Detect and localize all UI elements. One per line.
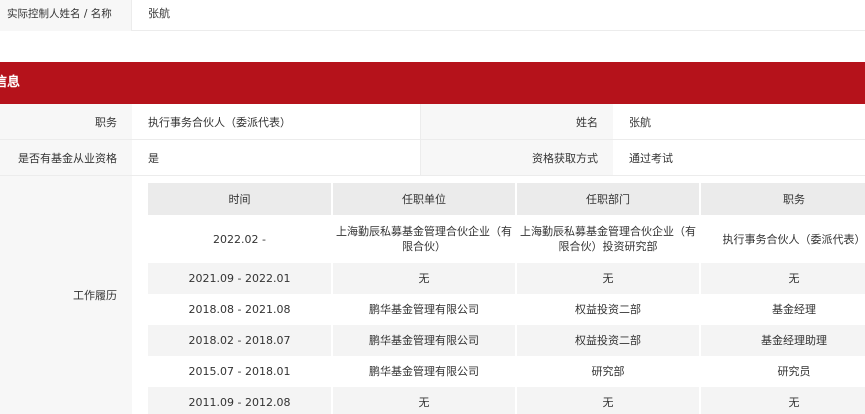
cell-title: 无 xyxy=(700,387,865,414)
cell-department: 无 xyxy=(516,387,701,414)
header-company: 任职单位 xyxy=(332,183,517,215)
table-row: 2015.07 - 2018.01 鹏华基金管理有限公司 研究部 研究员 xyxy=(148,356,865,387)
work-history-table: 时间 任职单位 任职部门 职务 2022.02 - 上海勤辰私募基金管理合伙企业… xyxy=(148,183,865,414)
table-row: 2021.09 - 2022.01 无 无 无 xyxy=(148,263,865,294)
table-row: 2018.02 - 2018.07 鹏华基金管理有限公司 权益投资二部 基金经理… xyxy=(148,325,865,356)
section-header: 信息 xyxy=(0,62,865,104)
cell-title: 无 xyxy=(700,263,865,294)
cell-department: 无 xyxy=(516,263,701,294)
cell-company: 鹏华基金管理有限公司 xyxy=(332,356,517,387)
cell-title: 基金经理 xyxy=(700,294,865,325)
header-time: 时间 xyxy=(148,183,333,215)
cell-department: 权益投资二部 xyxy=(516,294,701,325)
cell-time: 2018.02 - 2018.07 xyxy=(148,325,333,356)
controller-label: 实际控制人姓名 / 名称 xyxy=(0,0,132,31)
cell-department: 权益投资二部 xyxy=(516,325,701,356)
name-value: 张航 xyxy=(629,115,651,129)
qualification-value: 是 xyxy=(148,151,159,165)
cell-department: 研究部 xyxy=(516,356,701,387)
cell-department: 上海勤辰私募基金管理合伙企业（有限合伙）投资研究部 xyxy=(516,215,701,263)
table-row: 2011.09 - 2012.08 无 无 无 xyxy=(148,387,865,414)
cell-company: 无 xyxy=(332,387,517,414)
table-row: 2018.08 - 2021.08 鹏华基金管理有限公司 权益投资二部 基金经理 xyxy=(148,294,865,325)
cell-time: 2022.02 - xyxy=(148,215,333,263)
work-history-label: 工作履历 xyxy=(0,176,132,414)
info-row-qualification: 是否有基金从业资格 是 资格获取方式 通过考试 xyxy=(0,140,865,176)
qualification-method-label: 资格获取方式 xyxy=(421,140,613,175)
name-label: 姓名 xyxy=(421,104,613,139)
cell-time: 2021.09 - 2022.01 xyxy=(148,263,333,294)
qualification-method-value: 通过考试 xyxy=(629,151,673,165)
cell-company: 上海勤辰私募基金管理合伙企业（有限合伙） xyxy=(332,215,517,263)
cell-company: 鹏华基金管理有限公司 xyxy=(332,325,517,356)
info-row-position: 职务 执行事务合伙人（委派代表） 姓名 张航 xyxy=(0,104,865,140)
cell-company: 鹏华基金管理有限公司 xyxy=(332,294,517,325)
cell-title: 执行事务合伙人（委派代表） xyxy=(700,215,865,263)
header-department: 任职部门 xyxy=(516,183,701,215)
position-value: 执行事务合伙人（委派代表） xyxy=(148,115,291,129)
work-history-section: 工作履历 时间 任职单位 任职部门 职务 2022.02 - 上海勤辰私募基金管… xyxy=(0,176,865,414)
cell-company: 无 xyxy=(332,263,517,294)
header-title: 职务 xyxy=(700,183,865,215)
position-label: 职务 xyxy=(0,104,132,139)
qualification-label: 是否有基金从业资格 xyxy=(0,140,132,175)
table-header-row: 时间 任职单位 任职部门 职务 xyxy=(148,183,865,215)
cell-time: 2015.07 - 2018.01 xyxy=(148,356,333,387)
controller-value: 张航 xyxy=(148,7,170,20)
fund-manager-profile: 实际控制人姓名 / 名称 张航 信息 职务 执行事务合伙人（委派代表） 姓名 张… xyxy=(0,0,865,414)
section-title: 信息 xyxy=(0,75,21,90)
cell-time: 2018.08 - 2021.08 xyxy=(148,294,333,325)
cell-time: 2011.09 - 2012.08 xyxy=(148,387,333,414)
cell-title: 基金经理助理 xyxy=(700,325,865,356)
controller-row: 实际控制人姓名 / 名称 张航 xyxy=(0,0,865,31)
cell-title: 研究员 xyxy=(700,356,865,387)
table-row: 2022.02 - 上海勤辰私募基金管理合伙企业（有限合伙） 上海勤辰私募基金管… xyxy=(148,215,865,263)
